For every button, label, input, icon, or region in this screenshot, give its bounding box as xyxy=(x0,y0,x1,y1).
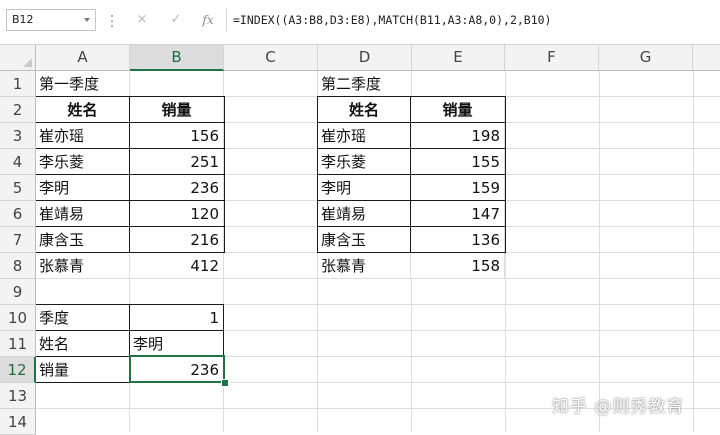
column-header-f[interactable]: F xyxy=(505,45,599,71)
cancel-icon[interactable]: × xyxy=(132,9,152,31)
watermark: 知乎 @则秀教育 xyxy=(552,397,685,417)
name-box[interactable]: B12 xyxy=(6,9,96,31)
row-header-12[interactable]: 12 xyxy=(0,357,36,383)
row-header-4[interactable]: 4 xyxy=(0,149,36,175)
row-header-9[interactable]: 9 xyxy=(0,279,36,305)
row-header-1[interactable]: 1 xyxy=(0,71,36,97)
row-header-14[interactable]: 14 xyxy=(0,409,36,435)
row-header-8[interactable]: 8 xyxy=(0,253,36,279)
column-header-g[interactable]: G xyxy=(599,45,693,71)
row-header-11[interactable]: 11 xyxy=(0,331,36,357)
enter-icon[interactable]: ✓ xyxy=(166,9,186,31)
column-header-d[interactable]: D xyxy=(318,45,412,71)
row-header-7[interactable]: 7 xyxy=(0,227,36,253)
row-header-13[interactable]: 13 xyxy=(0,383,36,409)
select-all-icon xyxy=(23,58,32,67)
table-inner-borders xyxy=(36,96,505,383)
column-header-e[interactable]: E xyxy=(412,45,505,71)
select-all-corner[interactable] xyxy=(0,45,36,71)
column-header-c[interactable]: C xyxy=(224,45,318,71)
row-header-2[interactable]: 2 xyxy=(0,97,36,123)
formula-bar: B12 × ✓ fx =INDEX((A3:B8,D3:E8),MATCH(B1… xyxy=(0,0,720,45)
name-box-value: B12 xyxy=(12,13,34,26)
column-header-a[interactable]: A xyxy=(36,45,130,71)
row-header-5[interactable]: 5 xyxy=(0,175,36,201)
fill-handle[interactable] xyxy=(221,379,229,387)
row-header-6[interactable]: 6 xyxy=(0,201,36,227)
row-header-10[interactable]: 10 xyxy=(0,305,36,331)
cell-grid: 第一季度 第二季度 姓名 销量 崔亦瑶 156 李乐菱 251 李明 236 崔… xyxy=(36,71,720,432)
column-header-b[interactable]: B xyxy=(130,45,224,71)
insert-function-icon[interactable]: fx xyxy=(198,9,218,31)
column-header-h[interactable] xyxy=(693,45,720,71)
formula-input[interactable]: =INDEX((A3:B8,D3:E8),MATCH(B11,A3:A8,0),… xyxy=(226,9,714,31)
drag-handle-icon[interactable] xyxy=(110,13,114,29)
chevron-down-icon[interactable] xyxy=(84,18,90,22)
row-header-3[interactable]: 3 xyxy=(0,123,36,149)
